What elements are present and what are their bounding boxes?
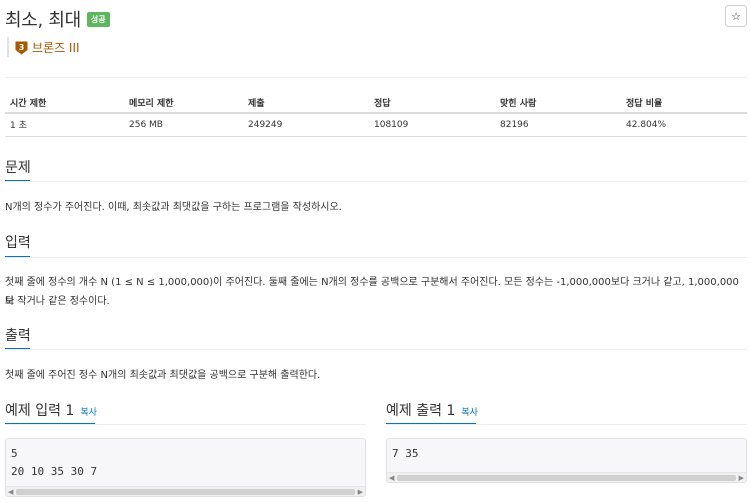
section-title-input: 입력 [5,235,31,251]
scrollbar-thumb[interactable] [397,475,736,481]
copy-sample-output-link[interactable]: 복사 [461,405,478,418]
section-title-problem: 문제 [5,160,31,176]
table-row: 1 초 256 MB 249249 108109 82196 42.804% [5,113,747,137]
sample-input-line: 5 [11,447,18,460]
cell-ratio: 42.804% [621,113,747,137]
problem-info-table: 시간 제한 메모리 제한 제출 정답 맞힌 사람 정답 비율 1 초 256 M… [5,92,747,137]
sample-input-box[interactable]: 5 20 10 35 30 7 ◀ ▶ [5,438,366,497]
sample-output-line: 7 35 [392,447,419,460]
header-time-limit: 시간 제한 [5,92,124,114]
scroll-left-icon[interactable]: ◀ [389,473,394,482]
scroll-right-icon[interactable]: ▶ [739,473,744,482]
sample-output-header: 예제 출력 1 복사 [386,400,478,420]
section-title-output: 출력 [5,328,31,344]
section-rule [5,349,747,350]
cell-accepted: 108109 [369,113,495,137]
page-title: 최소, 최대 [5,10,81,31]
divider [5,77,747,78]
header-ratio: 정답 비율 [621,92,747,114]
horizontal-scrollbar[interactable]: ◀ ▶ [387,472,746,482]
status-badge: 성공 [86,11,110,27]
tier-icon: 3 [15,41,28,54]
horizontal-scrollbar[interactable]: ◀ ▶ [6,486,365,496]
scroll-left-icon[interactable]: ◀ [8,487,13,496]
sample-rule [386,424,747,425]
sample-input-line: 20 10 35 30 7 [11,465,98,478]
sample-input-title: 예제 입력 1 [5,403,75,419]
scrollbar-thumb[interactable] [16,489,355,495]
sample-rule [5,424,366,425]
section-rule [5,257,747,258]
sample-output-box[interactable]: 7 35 ◀ ▶ [386,438,747,483]
scroll-right-icon[interactable]: ▶ [358,487,363,496]
cell-solvers: 82196 [495,113,621,137]
tier-label: 브론즈 III [32,40,80,55]
sample-input-header: 예제 입력 1 복사 [5,400,97,420]
cell-submissions: 249249 [243,113,369,137]
tier-number: 3 [19,43,25,52]
header-memory-limit: 메모리 제한 [124,92,243,114]
section-rule [5,181,747,182]
problem-header: 최소, 최대 성공 [5,6,110,32]
output-description: 첫째 줄에 주어진 정수 N개의 최솟값과 최댓값을 공백으로 구분해 출력한다… [5,370,321,381]
star-icon[interactable]: ☆ [725,5,747,27]
cell-memory-limit: 256 MB [124,113,243,137]
problem-description: N개의 정수가 주어진다. 이때, 최솟값과 최댓값을 구하는 프로그램을 작성… [5,202,342,213]
tier-indicator[interactable]: 3 브론즈 III [7,37,80,57]
table-header-row: 시간 제한 메모리 제한 제출 정답 맞힌 사람 정답 비율 [5,92,747,114]
header-accepted: 정답 [369,92,495,114]
copy-sample-input-link[interactable]: 복사 [80,405,97,418]
header-solvers: 맞힌 사람 [495,92,621,114]
input-description-line2: 다 작거나 같은 정수이다. [5,296,110,307]
sample-output-title: 예제 출력 1 [386,403,456,419]
cell-time-limit: 1 초 [5,113,124,137]
header-submissions: 제출 [243,92,369,114]
